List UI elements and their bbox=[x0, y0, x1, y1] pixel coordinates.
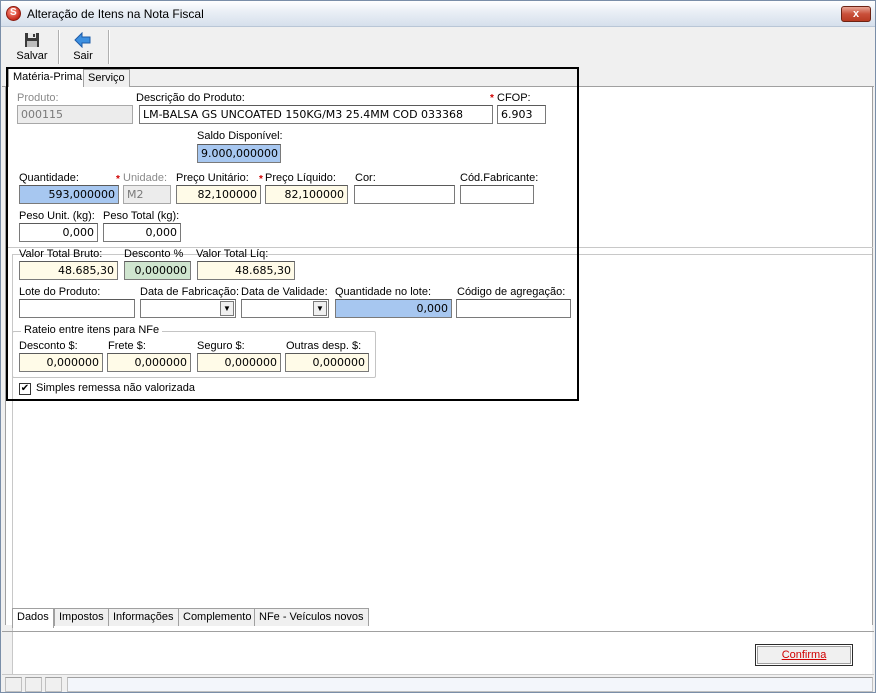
toolbar-separator bbox=[108, 30, 110, 64]
tab-dados[interactable]: Dados bbox=[12, 608, 54, 628]
toolbar: Salvar Sair bbox=[1, 28, 875, 66]
toolbar-separator bbox=[58, 30, 60, 64]
status-message bbox=[67, 677, 873, 692]
save-button-label: Salvar bbox=[16, 50, 48, 62]
highlight-frame bbox=[6, 67, 579, 401]
confirma-button[interactable]: Confirma bbox=[755, 644, 853, 666]
status-bar bbox=[2, 674, 874, 692]
tab-impostos[interactable]: Impostos bbox=[54, 608, 109, 626]
status-cell bbox=[25, 677, 42, 692]
exit-button[interactable]: Sair bbox=[61, 30, 105, 64]
confirma-label: Confirma bbox=[781, 649, 827, 661]
status-cell bbox=[45, 677, 62, 692]
tab-nfe-veiculos[interactable]: NFe - Veículos novos bbox=[254, 608, 369, 626]
close-button[interactable]: x bbox=[841, 6, 871, 22]
footer-divider bbox=[2, 631, 874, 632]
back-arrow-icon bbox=[74, 32, 91, 48]
floppy-disk-icon bbox=[25, 33, 39, 47]
save-button[interactable]: Salvar bbox=[9, 30, 55, 64]
window-title: Alteração de Itens na Nota Fiscal bbox=[27, 7, 204, 21]
app-icon bbox=[6, 6, 21, 21]
title-bar: Alteração de Itens na Nota Fiscal x bbox=[1, 1, 875, 27]
app-window: Alteração de Itens na Nota Fiscal x Salv… bbox=[0, 0, 876, 693]
tab-informacoes[interactable]: Informações bbox=[108, 608, 179, 626]
tab-complemento[interactable]: Complemento bbox=[178, 608, 257, 626]
status-cell bbox=[5, 677, 22, 692]
exit-button-label: Sair bbox=[73, 50, 93, 62]
